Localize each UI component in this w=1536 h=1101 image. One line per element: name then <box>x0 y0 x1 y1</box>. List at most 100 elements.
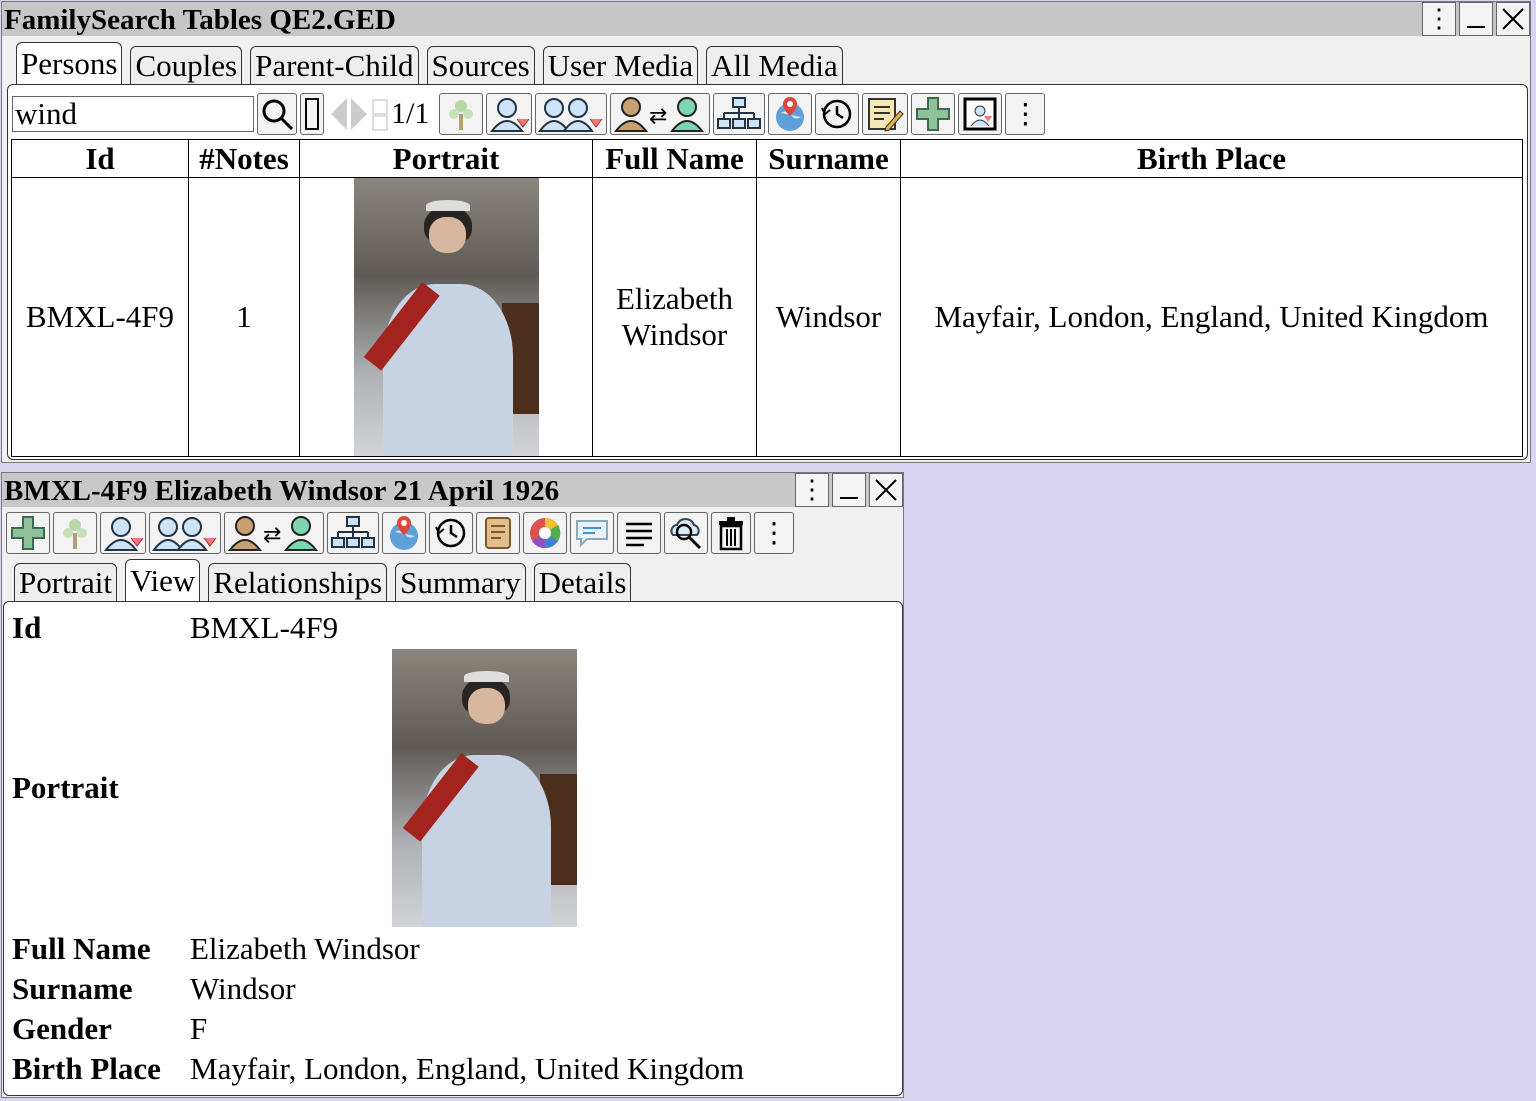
tab-view[interactable]: View <box>125 559 201 601</box>
map-button[interactable] <box>768 93 813 135</box>
close-button[interactable] <box>869 473 903 507</box>
clear-search-button[interactable] <box>300 93 324 135</box>
window-menu-button[interactable]: ⋮ <box>1422 2 1456 36</box>
map-button[interactable] <box>382 512 426 554</box>
plus-icon <box>916 97 951 131</box>
web-search-button[interactable] <box>664 512 708 554</box>
more-options-button[interactable]: ⋮ <box>1005 93 1046 135</box>
portrait-image[interactable] <box>392 649 577 927</box>
people-download-icon <box>152 517 217 551</box>
field-birth-place: Birth Place Mayfair, London, England, Un… <box>12 1051 744 1087</box>
close-icon <box>1502 8 1524 30</box>
tab-parent-child[interactable]: Parent-Child <box>250 46 419 84</box>
plus-icon <box>11 516 45 550</box>
pedigree-button[interactable] <box>713 93 766 135</box>
tab-user-media[interactable]: User Media <box>542 46 699 84</box>
speech-bubble-icon <box>576 520 608 548</box>
tab-persons[interactable]: Persons <box>16 42 123 84</box>
download-family-button[interactable] <box>149 512 221 554</box>
kebab-menu-icon: ⋮ <box>1426 4 1452 33</box>
person-download-icon <box>103 517 143 551</box>
field-value[interactable]: Mayfair, London, England, United Kingdom <box>190 1051 744 1087</box>
history-button[interactable] <box>815 93 860 135</box>
history-button[interactable] <box>429 512 473 554</box>
kebab-menu-icon: ⋮ <box>760 518 788 549</box>
window-menu-button[interactable]: ⋮ <box>795 473 829 507</box>
column-header-birth-place[interactable]: Birth Place <box>900 139 1523 178</box>
field-label: Id <box>12 610 42 645</box>
tab-couples[interactable]: Couples <box>130 46 243 84</box>
sources-button[interactable] <box>476 512 520 554</box>
persons-toolbar: 1/1 ⇄ ⋮ <box>12 93 1048 135</box>
minimize-icon <box>1467 26 1485 28</box>
field-value[interactable]: F <box>190 1011 207 1047</box>
persons-panel: 1/1 ⇄ ⋮ Id #Notes Portrait Full Name Sur… <box>7 84 1528 460</box>
close-button[interactable] <box>1496 2 1530 36</box>
field-value[interactable]: Windsor <box>190 971 296 1007</box>
tab-summary[interactable]: Summary <box>395 563 526 601</box>
tree-button[interactable] <box>53 512 97 554</box>
page-indicator: 1/1 <box>391 97 430 130</box>
field-label: Gender <box>12 1011 112 1046</box>
pedigree-button[interactable] <box>327 512 379 554</box>
cell-id[interactable]: BMXL-4F9 <box>11 177 189 457</box>
cell-portrait[interactable] <box>299 177 593 457</box>
column-header-notes[interactable]: #Notes <box>188 139 300 178</box>
tab-portrait[interactable]: Portrait <box>14 563 117 601</box>
download-person-button[interactable] <box>486 93 533 135</box>
next-page-icon[interactable] <box>349 94 371 134</box>
text-button[interactable] <box>617 512 661 554</box>
page-stepper-icon[interactable] <box>371 94 389 134</box>
table-header-row: Id #Notes Portrait Full Name Surname Bir… <box>11 139 1523 178</box>
delete-button[interactable] <box>711 512 751 554</box>
add-button[interactable] <box>6 512 50 554</box>
tab-all-media[interactable]: All Media <box>706 46 843 84</box>
svg-text:⇄: ⇄ <box>263 523 281 548</box>
edit-notes-button[interactable] <box>862 93 909 135</box>
history-icon <box>435 518 466 548</box>
tab-details[interactable]: Details <box>533 563 632 601</box>
download-person-button[interactable] <box>100 512 146 554</box>
search-button[interactable] <box>257 93 297 135</box>
field-label: Surname <box>12 971 133 1006</box>
color-button[interactable] <box>523 512 567 554</box>
lines-icon <box>626 522 652 547</box>
detail-window-title: BMXL-4F9 Elizabeth Windsor 21 April 1926 <box>4 475 560 507</box>
tables-titlebar[interactable]: FamilySearch Tables QE2.GED ⋮ <box>2 2 1530 36</box>
portrait-button[interactable] <box>958 93 1003 135</box>
cell-surname[interactable]: Windsor <box>756 177 901 457</box>
swap-persons-button[interactable]: ⇄ <box>610 93 711 135</box>
swap-persons-button[interactable]: ⇄ <box>224 512 324 554</box>
person-detail-window: BMXL-4F9 Elizabeth Windsor 21 April 1926… <box>1 472 904 1098</box>
comment-button[interactable] <box>570 512 614 554</box>
field-value[interactable]: BMXL-4F9 <box>190 610 338 646</box>
edit-notes-icon <box>868 98 905 132</box>
search-input[interactable] <box>12 96 254 132</box>
prev-page-icon[interactable] <box>327 94 349 134</box>
full-name-last: Windsor <box>621 317 728 352</box>
add-person-button[interactable] <box>911 93 956 135</box>
field-portrait: Portrait <box>12 770 190 806</box>
field-full-name: Full Name Elizabeth Windsor <box>12 931 420 967</box>
column-header-id[interactable]: Id <box>11 139 189 178</box>
cell-birth-place[interactable]: Mayfair, London, England, United Kingdom <box>900 177 1523 457</box>
column-header-portrait[interactable]: Portrait <box>299 139 593 178</box>
tree-button[interactable] <box>439 93 484 135</box>
minimize-button[interactable] <box>832 473 866 507</box>
tab-relationships[interactable]: Relationships <box>208 563 388 601</box>
column-header-full-name[interactable]: Full Name <box>592 139 757 178</box>
download-family-button[interactable] <box>535 93 608 135</box>
field-value[interactable]: Elizabeth Windsor <box>190 931 420 967</box>
more-options-button[interactable]: ⋮ <box>754 512 794 554</box>
detail-titlebar[interactable]: BMXL-4F9 Elizabeth Windsor 21 April 1926… <box>2 473 903 507</box>
kebab-menu-icon: ⋮ <box>799 475 825 504</box>
tab-sources[interactable]: Sources <box>426 46 535 84</box>
table-row[interactable]: BMXL-4F9 1 Elizabeth Windsor Windsor Mayf… <box>11 177 1523 457</box>
column-header-surname[interactable]: Surname <box>756 139 901 178</box>
minimize-button[interactable] <box>1459 2 1493 36</box>
cell-notes[interactable]: 1 <box>188 177 300 457</box>
cell-full-name[interactable]: Elizabeth Windsor <box>592 177 757 457</box>
field-label: Birth Place <box>12 1051 161 1086</box>
field-surname: Surname Windsor <box>12 971 296 1007</box>
person-download-icon <box>490 98 530 132</box>
